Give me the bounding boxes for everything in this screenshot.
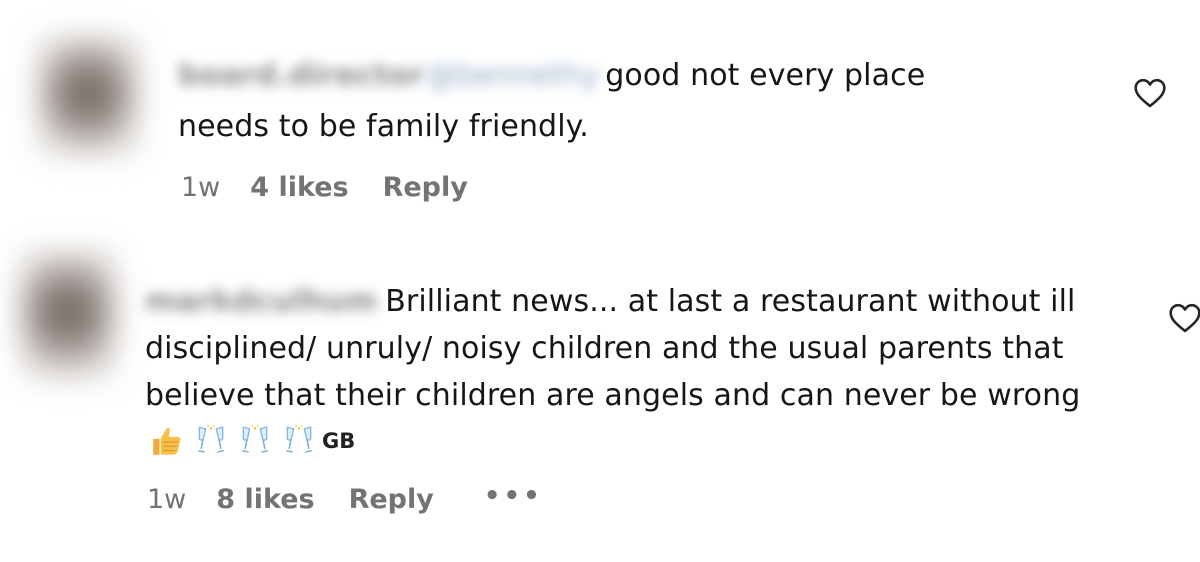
emoji-flag-text: GB	[322, 429, 356, 453]
comment-text: Brilliant news... at last a restaurant w…	[385, 284, 1076, 319]
comment-2: markdculhum Brilliant news... at last a r…	[0, 0, 1200, 562]
timestamp[interactable]: 1w	[147, 484, 186, 515]
likes-count[interactable]: 8 likes	[216, 484, 314, 515]
comment-meta: 1w 8 likes Reply •••	[147, 481, 543, 516]
avatar[interactable]	[20, 250, 116, 380]
emoji-row: GB	[150, 424, 355, 458]
champagne-glasses-emoji	[286, 425, 312, 453]
comment-line: markdculhum Brilliant news... at last a r…	[145, 278, 1145, 325]
champagne-glasses-emoji	[242, 425, 268, 453]
username-link[interactable]: markdculhum	[145, 278, 377, 325]
comment-text: disciplined/ unruly/ noisy children and …	[145, 331, 1064, 366]
more-options-icon[interactable]: •••	[484, 481, 543, 511]
comment-text: believe that their children are angels a…	[145, 378, 1081, 413]
thumbs-up-emoji	[153, 428, 181, 455]
heart-outline-icon[interactable]	[1168, 303, 1200, 333]
reply-button[interactable]: Reply	[349, 484, 434, 515]
comment-body: markdculhum Brilliant news... at last a r…	[145, 278, 1145, 419]
champagne-glasses-emoji	[198, 425, 224, 453]
